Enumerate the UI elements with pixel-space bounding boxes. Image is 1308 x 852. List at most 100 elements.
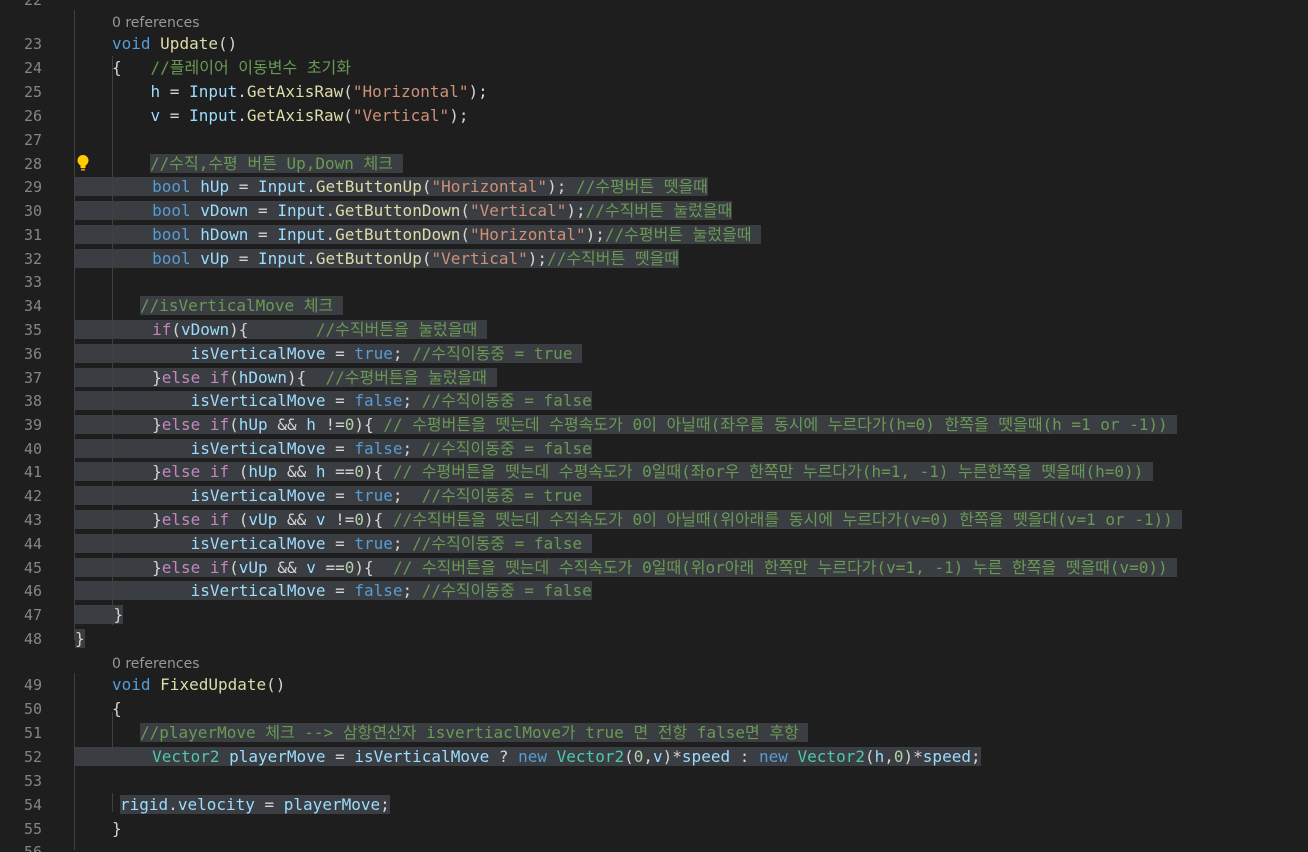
code-line[interactable]: bool hDown = Input.GetButtonDown("Horizo…	[75, 223, 762, 247]
code-line[interactable]: }	[112, 817, 122, 841]
code-token: (	[229, 462, 249, 481]
code-token: =	[325, 534, 355, 553]
code-token: //수직이동중 = false	[412, 534, 592, 553]
code-line[interactable]: isVerticalMove = false; //수직이동중 = false	[75, 579, 592, 603]
code-line[interactable]: bool hUp = Input.GetButtonUp("Horizontal…	[75, 175, 708, 199]
code-token	[75, 581, 191, 600]
code-line[interactable]: //수직,수평 버튼 Up,Down 체크	[150, 152, 403, 176]
code-token: v	[150, 106, 161, 125]
code-token: ;	[392, 534, 413, 553]
line-number: 35	[23, 321, 42, 339]
code-token: isVerticalMove	[190, 439, 326, 458]
code-token: if	[152, 320, 172, 339]
line-number: 40	[23, 440, 42, 458]
code-token	[75, 415, 153, 434]
code-line[interactable]: isVerticalMove = false; //수직이동중 = false	[75, 437, 592, 461]
code-token: Input	[277, 225, 326, 244]
code-token: v	[306, 558, 316, 577]
code-token: isVerticalMove	[354, 747, 490, 766]
code-line[interactable]: v = Input.GetAxisRaw("Vertical");	[112, 104, 469, 128]
code-token: =	[325, 391, 355, 410]
codelens-references[interactable]: 0 references	[112, 654, 200, 674]
code-token: Input	[189, 106, 238, 125]
code-line[interactable]: void Update()	[112, 32, 237, 56]
code-token: .	[325, 201, 336, 220]
code-line[interactable]: isVerticalMove = true; //수직이동중 = true	[75, 342, 583, 366]
code-token: bool	[152, 225, 201, 244]
code-token: false	[354, 439, 403, 458]
line-number: 42	[23, 487, 42, 505]
code-line[interactable]: bool vUp = Input.GetButtonUp("Vertical")…	[75, 247, 680, 271]
code-line[interactable]: rigid.velocity = playerMove;	[120, 793, 390, 817]
line-number: 54	[23, 796, 42, 814]
code-token: vUp	[200, 249, 230, 268]
code-token: }	[113, 605, 124, 624]
code-token: }	[75, 629, 85, 648]
code-line[interactable]: isVerticalMove = true; //수직이동중 = true	[75, 484, 592, 508]
code-token: 0	[354, 462, 365, 481]
code-line[interactable]: }	[75, 603, 124, 627]
lightbulb-icon[interactable]	[76, 154, 90, 172]
code-line[interactable]: }else if(vUp && v ==0){ // 수직버튼을 뗏는데 수직속…	[75, 556, 1178, 580]
code-line[interactable]: h = Input.GetAxisRaw("Horizontal");	[112, 80, 488, 104]
code-token: =	[325, 344, 355, 363]
code-token: isVerticalMove	[190, 486, 326, 505]
code-token: false	[354, 391, 403, 410]
code-token	[75, 534, 191, 553]
code-token: (	[460, 225, 470, 244]
code-token: speed	[922, 747, 971, 766]
code-token: ){	[354, 415, 384, 434]
code-token: );	[585, 225, 605, 244]
code-line[interactable]: bool vDown = Input.GetButtonDown("Vertic…	[75, 199, 733, 223]
code-line[interactable]: isVerticalMove = true; //수직이동중 = false	[75, 532, 592, 556]
code-token: (	[343, 106, 353, 125]
code-token: }	[152, 368, 162, 387]
code-line[interactable]: {	[112, 697, 122, 721]
code-line[interactable]: void FixedUpdate()	[112, 673, 285, 697]
line-number: 33	[23, 273, 42, 291]
code-token: false	[354, 581, 403, 600]
code-token: ?	[489, 747, 519, 766]
code-token: (	[624, 747, 634, 766]
code-token: =	[254, 795, 284, 814]
code-token: speed	[681, 747, 731, 766]
code-line[interactable]: Vector2 playerMove = isVerticalMove ? ne…	[75, 745, 981, 769]
code-line[interactable]: //isVerticalMove 체크	[140, 294, 343, 318]
code-token: isVerticalMove	[190, 344, 326, 363]
code-token: (	[229, 415, 239, 434]
code-token: GetButtonUp	[315, 177, 422, 196]
code-token: ){	[364, 510, 393, 529]
code-token	[75, 747, 153, 766]
codelens-references[interactable]: 0 references	[112, 13, 200, 33]
code-line[interactable]: { //플레이어 이동변수 초기화	[112, 56, 351, 80]
code-line[interactable]: if(vDown){ //수직버튼을 눌렀을때	[75, 318, 487, 342]
code-token: true	[354, 534, 393, 553]
code-token: !=	[315, 415, 345, 434]
code-line[interactable]: //playerMove 체크 --> 삼항연산자 isvertiaclMove…	[140, 721, 809, 745]
line-number: 28	[23, 155, 42, 173]
code-token: h	[306, 415, 316, 434]
code-line[interactable]: }	[75, 627, 85, 651]
code-editor[interactable]: 22 0 references 0 references 23 void Upda…	[0, 0, 1308, 852]
code-token	[75, 225, 153, 244]
code-token: =	[248, 201, 278, 220]
code-token: :	[730, 747, 759, 766]
code-token: &&	[277, 510, 316, 529]
code-token: (	[229, 510, 249, 529]
code-line[interactable]: isVerticalMove = false; //수직이동중 = false	[75, 389, 592, 413]
code-token: ;	[392, 486, 422, 505]
code-token: (	[864, 747, 875, 766]
line-number: 49	[23, 676, 42, 694]
code-token: GetAxisRaw	[246, 82, 344, 101]
code-token: //isVerticalMove 체크	[140, 296, 343, 315]
code-token: )*	[662, 747, 682, 766]
code-token: .	[237, 106, 247, 125]
code-line[interactable]: }else if(hDown){ //수평버튼을 눌렀을때	[75, 366, 497, 390]
code-line[interactable]: }else if (hUp && h ==0){ // 수평버튼을 뗏는데 수평…	[75, 460, 1153, 484]
code-token: }	[152, 415, 162, 434]
code-line[interactable]: }else if (vUp && v !=0){ //수직버튼을 뗏는데 수직속…	[75, 508, 1183, 532]
code-token: }	[152, 558, 162, 577]
code-token: hUp	[248, 462, 278, 481]
code-token: ){	[229, 320, 316, 339]
code-line[interactable]: }else if(hUp && h !=0){ // 수평버튼을 뗏는데 수평속…	[75, 413, 1178, 437]
